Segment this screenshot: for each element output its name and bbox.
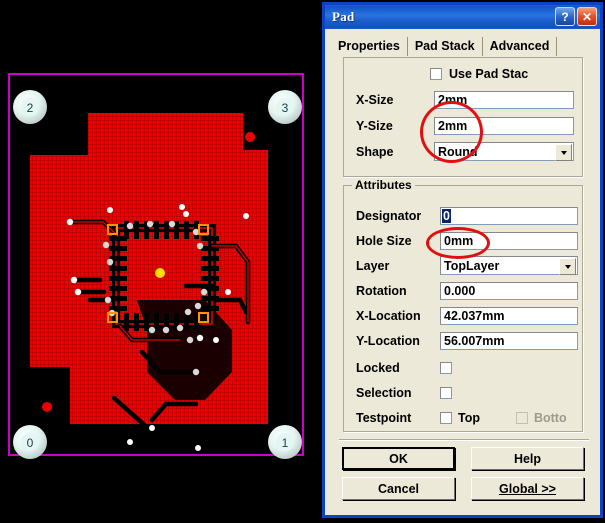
designator-label: Designator bbox=[356, 208, 422, 223]
x-location-row: X-Location 42.037mm bbox=[356, 306, 582, 325]
corner-pad-3-label: 3 bbox=[282, 101, 289, 115]
size-panel: Use Pad Stac X-Size 2mm Y-Size 2mm Shape… bbox=[343, 57, 583, 177]
testpoint-top-checkbox[interactable] bbox=[440, 411, 452, 424]
attributes-panel: Attributes Designator 0 Hole Size 0mm La… bbox=[343, 178, 583, 432]
y-size-row: Y-Size 2mm bbox=[356, 116, 576, 135]
pad-properties-dialog: Pad ? ✕ Properties Pad Stack Advanced Us… bbox=[322, 2, 603, 518]
locked-checkbox[interactable] bbox=[440, 361, 452, 374]
x-location-input[interactable]: 42.037mm bbox=[440, 306, 578, 325]
x-size-input[interactable]: 2mm bbox=[434, 90, 574, 109]
testpoint-bottom-label: Botto bbox=[533, 410, 567, 425]
use-pad-stack-checkbox[interactable] bbox=[430, 67, 442, 80]
dialog-titlebar[interactable]: Pad ? ✕ bbox=[325, 5, 600, 29]
testpoint-row: Testpoint Top Botto bbox=[356, 408, 582, 427]
layer-dropdown[interactable]: TopLayer bbox=[440, 256, 578, 275]
dialog-title: Pad bbox=[332, 9, 355, 24]
rotation-row: Rotation 0.000 bbox=[356, 281, 582, 300]
shape-label: Shape bbox=[356, 144, 394, 159]
testpoint-bottom-checkbox bbox=[515, 411, 528, 424]
y-location-row: Y-Location 56.007mm bbox=[356, 331, 582, 350]
help-icon[interactable]: ? bbox=[555, 7, 575, 26]
hole-size-row: Hole Size 0mm bbox=[356, 231, 582, 250]
testpoint-label: Testpoint bbox=[356, 410, 412, 425]
pcb-layout-view[interactable]: 2 3 0 1 bbox=[0, 0, 322, 523]
tabstrip: Properties Pad Stack Advanced bbox=[331, 35, 600, 56]
corner-pad-0-label: 0 bbox=[27, 436, 34, 450]
copper-cutout-topright bbox=[243, 113, 268, 150]
pcb-canvas[interactable]: 2 3 0 1 bbox=[0, 0, 322, 523]
help-button[interactable]: Help bbox=[471, 447, 584, 470]
use-pad-stack-label: Use Pad Stac bbox=[449, 66, 529, 81]
corner-pad-2-label: 2 bbox=[27, 101, 34, 115]
global-button-label: Global >> bbox=[499, 481, 556, 496]
hole-size-input[interactable]: 0mm bbox=[440, 231, 578, 250]
hole-size-label: Hole Size bbox=[356, 233, 412, 248]
x-location-label: X-Location bbox=[356, 308, 421, 323]
corner-pad-0[interactable]: 0 bbox=[13, 425, 47, 459]
designator-value: 0 bbox=[442, 208, 451, 223]
selection-checkbox[interactable] bbox=[440, 386, 452, 399]
titlebar-buttons: ? ✕ bbox=[555, 7, 597, 26]
copper-cutout-bottomleft bbox=[30, 367, 70, 424]
designator-row: Designator 0 bbox=[356, 206, 582, 225]
layer-row: Layer TopLayer bbox=[356, 256, 582, 275]
button-separator bbox=[339, 439, 589, 441]
corner-pad-1-label: 1 bbox=[282, 436, 289, 450]
y-size-input[interactable]: 2mm bbox=[434, 116, 574, 135]
testpoint-top-label: Top bbox=[458, 410, 480, 425]
use-pad-stack-row[interactable]: Use Pad Stac bbox=[430, 64, 528, 83]
chevron-down-icon[interactable] bbox=[555, 144, 572, 161]
x-size-row: X-Size 2mm bbox=[356, 90, 576, 109]
corner-pad-2[interactable]: 2 bbox=[13, 90, 47, 124]
corner-pad-3[interactable]: 3 bbox=[268, 90, 302, 124]
layer-value: TopLayer bbox=[444, 258, 500, 273]
shape-dropdown[interactable]: Round bbox=[434, 142, 574, 161]
x-size-label: X-Size bbox=[356, 92, 394, 107]
locked-row: Locked bbox=[356, 358, 452, 377]
tab-advanced[interactable]: Advanced bbox=[482, 37, 558, 56]
corner-pad-1[interactable]: 1 bbox=[268, 425, 302, 459]
global-button[interactable]: Global >> bbox=[471, 477, 584, 500]
y-location-input[interactable]: 56.007mm bbox=[440, 331, 578, 350]
close-icon[interactable]: ✕ bbox=[577, 7, 597, 26]
y-location-label: Y-Location bbox=[356, 333, 420, 348]
tab-pad-stack[interactable]: Pad Stack bbox=[407, 37, 483, 56]
via-red-bottomleft bbox=[42, 402, 52, 412]
locked-label: Locked bbox=[356, 360, 400, 375]
y-size-label: Y-Size bbox=[356, 118, 393, 133]
selection-label: Selection bbox=[356, 385, 412, 400]
layer-label: Layer bbox=[356, 258, 390, 273]
cancel-button[interactable]: Cancel bbox=[342, 477, 455, 500]
chevron-down-icon-layer[interactable] bbox=[559, 258, 576, 275]
selection-row: Selection bbox=[356, 383, 452, 402]
screen: 2 3 0 1 Pad ? ✕ Properties Pad Stack Adv… bbox=[0, 0, 605, 523]
selected-pad[interactable] bbox=[155, 268, 165, 278]
via-red-topright bbox=[245, 132, 255, 142]
shape-value: Round bbox=[438, 144, 478, 159]
ok-button[interactable]: OK bbox=[342, 447, 455, 470]
designator-input[interactable]: 0 bbox=[440, 206, 578, 225]
tab-properties[interactable]: Properties bbox=[331, 37, 408, 56]
rotation-label: Rotation bbox=[356, 283, 407, 298]
attributes-caption: Attributes bbox=[352, 178, 415, 192]
rotation-input[interactable]: 0.000 bbox=[440, 281, 578, 300]
shape-row: Shape Round bbox=[356, 142, 576, 161]
